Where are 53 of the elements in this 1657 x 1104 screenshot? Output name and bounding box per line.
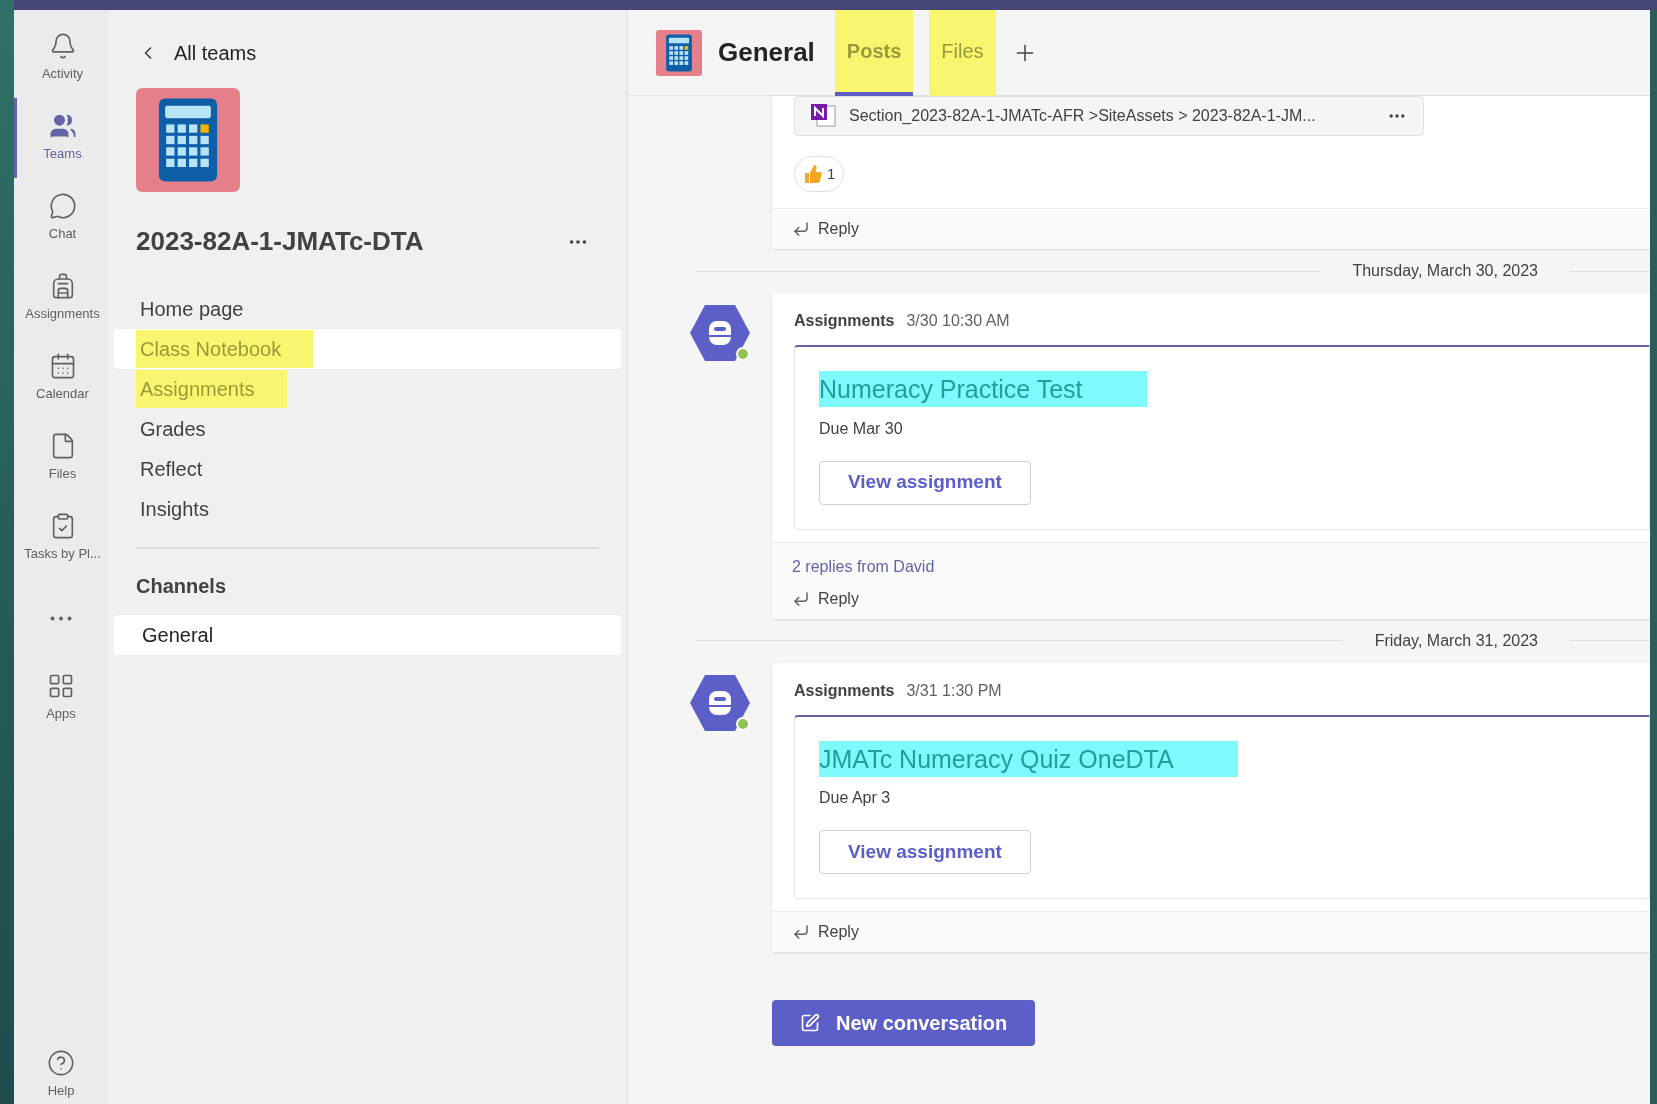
help-icon <box>47 1048 75 1077</box>
nav-item[interactable]: Grades <box>114 409 621 449</box>
highlight-mark: Insights <box>139 497 210 522</box>
channel-icon <box>656 29 702 76</box>
highlight-mark: Reflect <box>139 457 204 482</box>
channel-title: General <box>718 36 815 69</box>
highlight-mark: Grades <box>139 417 207 442</box>
thumbs-up-icon <box>803 164 823 184</box>
replies-link[interactable]: 2 replies from David <box>792 557 935 575</box>
nav-item[interactable]: Reflect <box>114 449 621 489</box>
bot-avatar <box>690 674 750 731</box>
post-time: 3/31 1:30 PM <box>906 680 1002 701</box>
compose-icon <box>800 1013 820 1033</box>
help-button[interactable]: Help <box>47 1048 75 1100</box>
rail-item[interactable]: Assignments <box>14 258 108 338</box>
reply-link[interactable]: Reply <box>818 586 859 611</box>
author-name: Assignments <box>794 680 895 701</box>
reply-icon <box>792 589 810 608</box>
attachment-path: Section_2023-82A-1-JMATc-AFR >SiteAssets > 2023-82A-1-JM... <box>849 106 1316 126</box>
more-icon[interactable] <box>50 615 72 621</box>
date-divider: Friday, March 31, 2023 <box>1373 630 1539 651</box>
highlight-mark: Class Notebook <box>136 330 314 368</box>
channel-item[interactable]: General <box>114 615 621 655</box>
view-assignment-button[interactable]: View assignment <box>819 830 1031 874</box>
rail-item[interactable]: Activity <box>14 18 108 98</box>
nav-item[interactable]: Home page <box>114 289 621 329</box>
rail-item[interactable]: Chat <box>14 178 108 258</box>
due-date: Due Mar 30 <box>819 418 904 439</box>
highlight-mark: Home page <box>139 297 245 322</box>
notebook-icon <box>811 104 837 128</box>
highlight-mark: Assignments <box>136 370 287 408</box>
post-time: 3/30 10:30 AM <box>906 311 1010 331</box>
team-name: 2023-82A-1-JMATc-DTA <box>136 225 424 258</box>
nav-item[interactable]: Insights <box>114 489 621 529</box>
chat-bubble-icon <box>48 192 77 221</box>
reply-link[interactable]: Reply <box>818 217 859 241</box>
view-assignment-button[interactable]: View assignment <box>819 460 1031 505</box>
new-conversation-button[interactable]: New conversation <box>772 1000 1036 1046</box>
rail-item[interactable]: Calendar <box>14 338 108 418</box>
reaction-count: 1 <box>827 163 836 184</box>
all-teams-link[interactable]: All teams <box>174 38 257 68</box>
channels-heading: Channels <box>135 574 228 599</box>
date-divider: Thursday, March 30, 2023 <box>1351 261 1539 281</box>
rail-item[interactable]: Tasks by Pl... <box>14 498 108 578</box>
rail-item[interactable]: Files <box>14 418 108 498</box>
reply-link[interactable]: Reply <box>818 920 859 944</box>
reply-icon <box>792 220 810 238</box>
author-name: Assignments <box>794 311 895 331</box>
due-date: Due Apr 3 <box>819 788 892 808</box>
rail-item[interactable]: Apps <box>14 658 108 738</box>
reply-icon <box>792 923 810 941</box>
bot-avatar <box>690 305 750 361</box>
attachment-card[interactable]: Section_2023-82A-1-JMATc-AFR >SiteAssets > 2023-82A-1-JM... <box>794 96 1424 136</box>
